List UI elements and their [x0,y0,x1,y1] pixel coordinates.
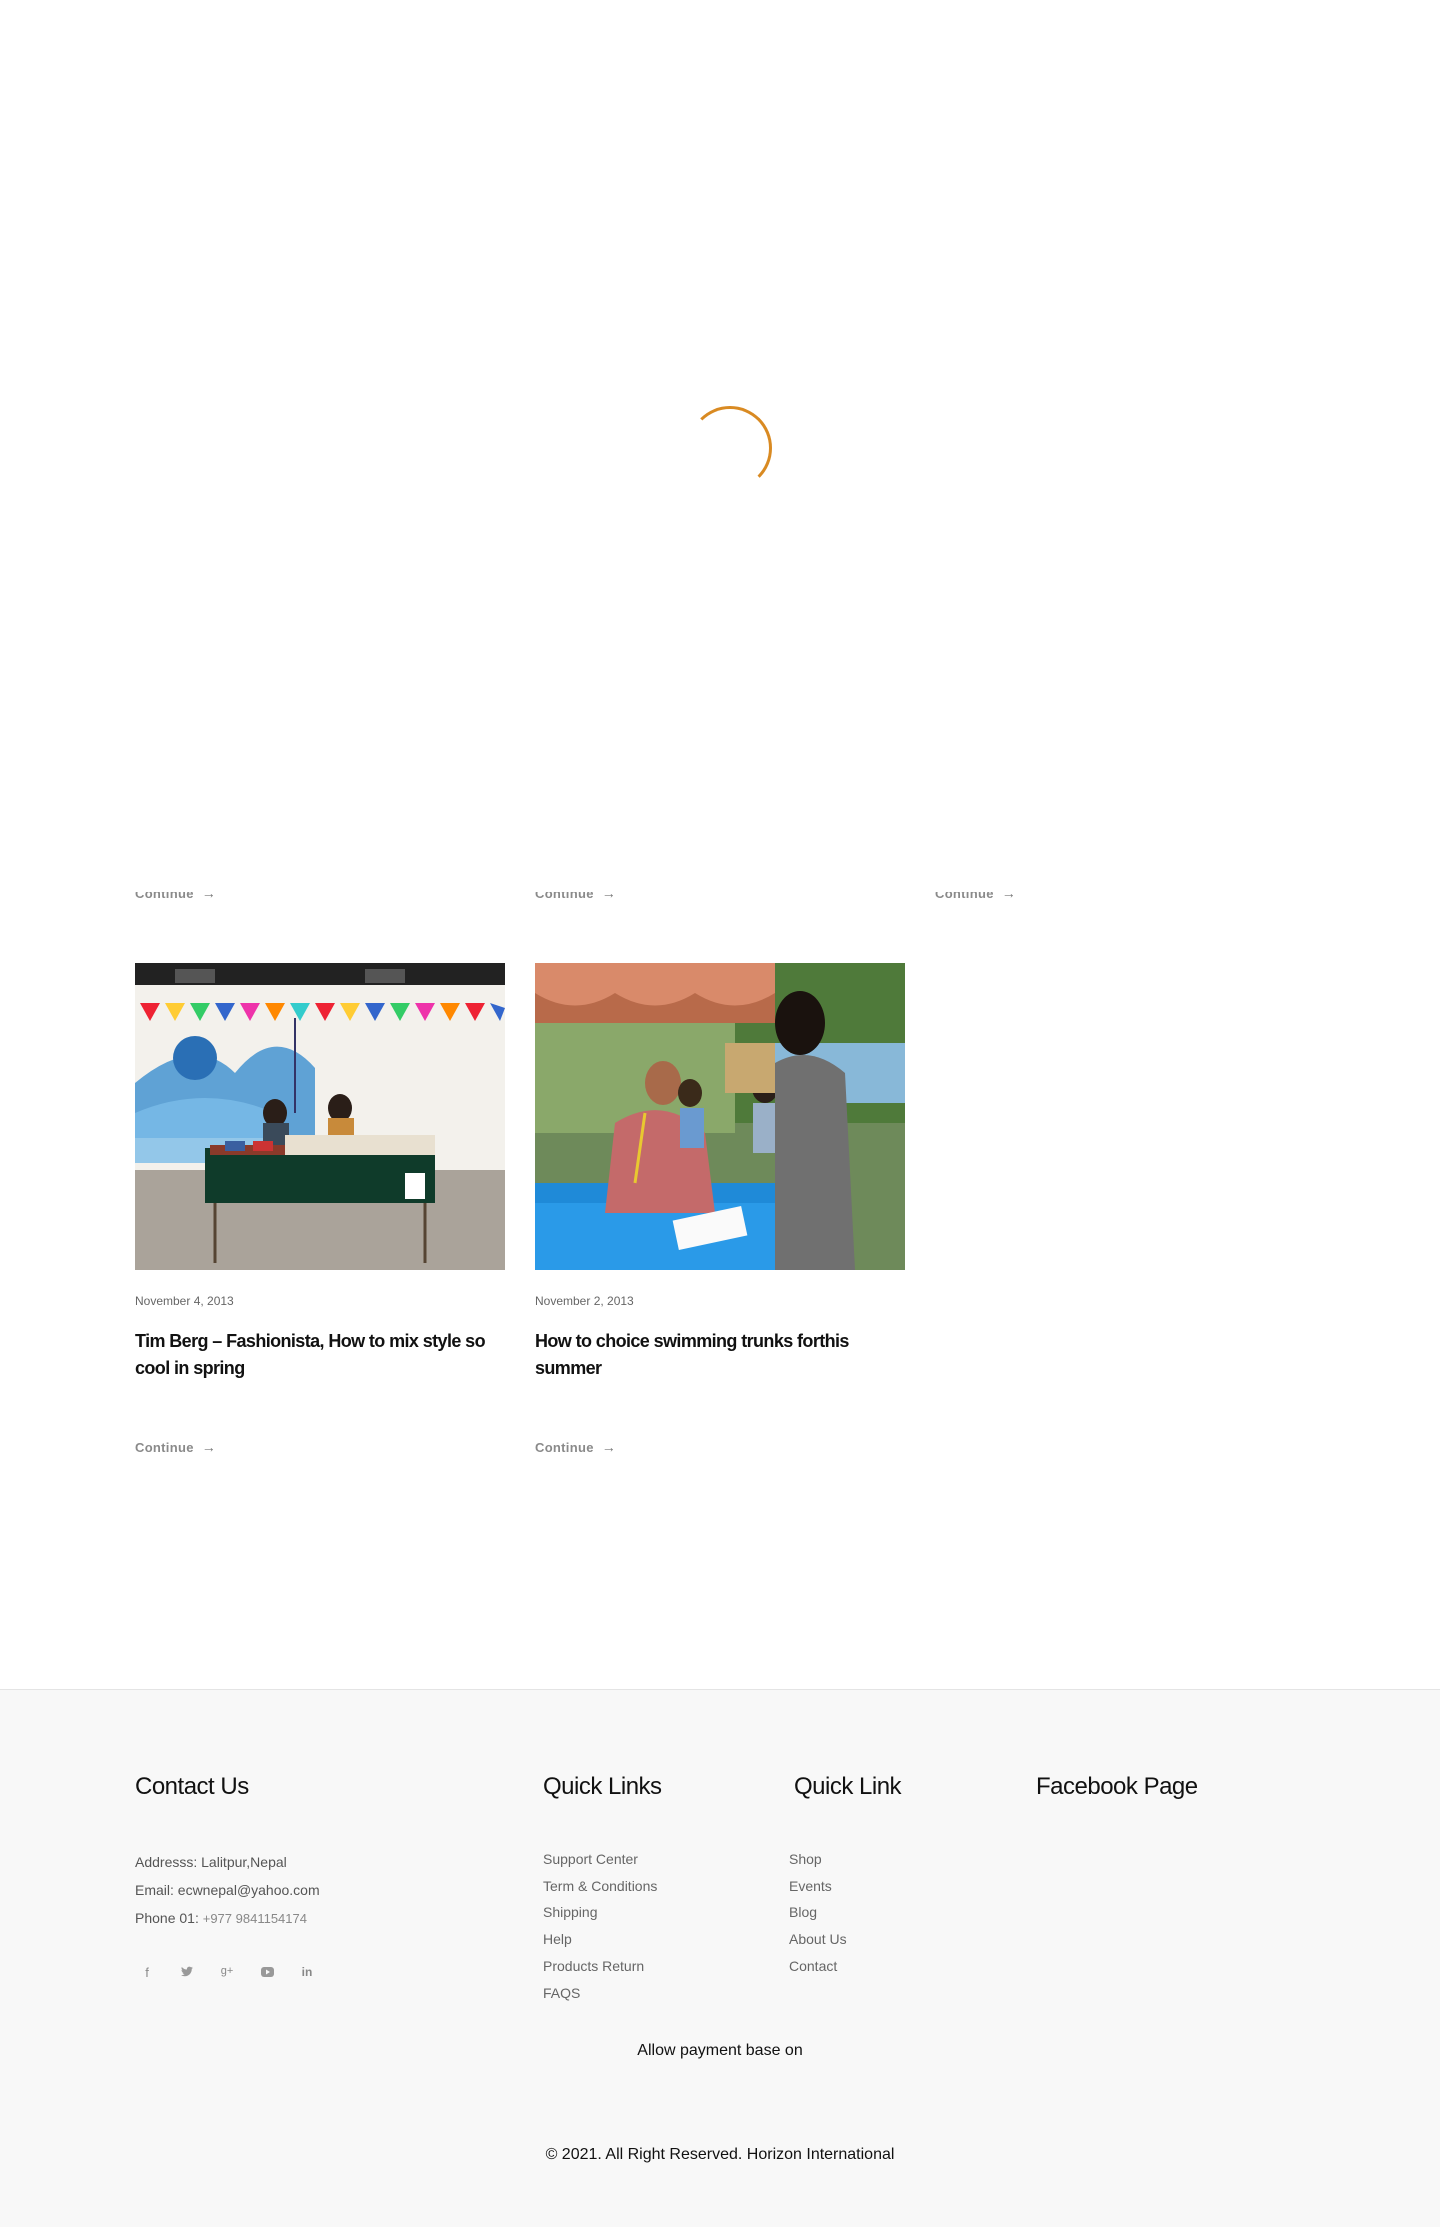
contact-phone: Phone 01: +977 9841154174 [135,1910,307,1926]
contact-link[interactable]: Contact [789,1958,837,1974]
support-center-link[interactable]: Support Center [543,1851,638,1867]
help-link[interactable]: Help [543,1931,572,1947]
continue-link[interactable]: Continue → [135,892,216,901]
post-title[interactable]: Tim Berg – Fashionista, How to mix style… [135,1328,505,1382]
blog-link[interactable]: Blog [789,1904,817,1920]
continue-label: Continue [135,892,194,901]
post-date: November 2, 2013 [535,1294,634,1308]
events-link[interactable]: Events [789,1878,832,1894]
arrow-right-icon: → [601,892,617,901]
outdoor-event-photo [535,963,905,1270]
google-plus-icon[interactable]: g+ [219,1965,235,1977]
twitter-icon[interactable] [179,1965,195,1980]
facebook-icon[interactable]: f [139,1965,155,1980]
quick-link-heading: Quick Link [794,1773,902,1800]
continue-link[interactable]: Continue → [535,892,616,901]
arrow-right-icon: → [1001,892,1017,901]
continue-link[interactable]: Continue → [935,892,1016,901]
twitter-icon-glyph [181,1966,193,1977]
terms-link[interactable]: Term & Conditions [543,1878,657,1894]
post-date: November 4, 2013 [135,1294,234,1308]
post-thumbnail[interactable] [535,963,905,1270]
site-footer: Contact Us Addresss: Lalitpur,Nepal Emai… [0,1689,1440,2227]
payment-methods-label: Allow payment base on [637,2042,803,2059]
youtube-icon[interactable] [259,1965,275,1980]
products-return-link[interactable]: Products Return [543,1958,644,1974]
quick-links-heading: Quick Links [543,1773,662,1800]
continue-label: Continue [135,1439,194,1455]
shipping-link[interactable]: Shipping [543,1904,598,1920]
arrow-right-icon: → [201,1439,217,1455]
shop-link[interactable]: Shop [789,1851,822,1867]
continue-link[interactable]: Continue → [135,1439,216,1455]
continue-label: Continue [535,1439,594,1455]
contact-email: Email: ecwnepal@yahoo.com [135,1882,320,1898]
phone-number[interactable]: +977 9841154174 [203,1911,307,1926]
continue-link[interactable]: Continue → [535,1439,616,1455]
continue-label: Continue [535,892,594,901]
arrow-right-icon: → [601,1439,617,1455]
phone-label: Phone 01: [135,1910,199,1926]
post-title[interactable]: How to choice swimming trunks forthis su… [535,1328,905,1382]
youtube-icon-glyph [260,1967,274,1977]
post-thumbnail[interactable] [135,963,505,1270]
loading-spinner [688,406,772,490]
blog-post-card: November 4, 2013 Tim Berg – Fashionista,… [135,963,505,1455]
arrow-right-icon: → [201,892,217,901]
contact-heading: Contact Us [135,1773,249,1800]
continue-label: Continue [935,892,994,901]
about-us-link[interactable]: About Us [789,1931,847,1947]
copyright-text: © 2021. All Right Reserved. Horizon Inte… [545,2146,895,2163]
blog-post-card: November 2, 2013 How to choice swimming … [535,963,905,1455]
facebook-page-heading: Facebook Page [1036,1773,1198,1800]
faqs-link[interactable]: FAQS [543,1985,580,2001]
linkedin-icon[interactable]: in [299,1965,315,1979]
book-fair-photo [135,963,505,1270]
contact-address: Addresss: Lalitpur,Nepal [135,1854,287,1870]
